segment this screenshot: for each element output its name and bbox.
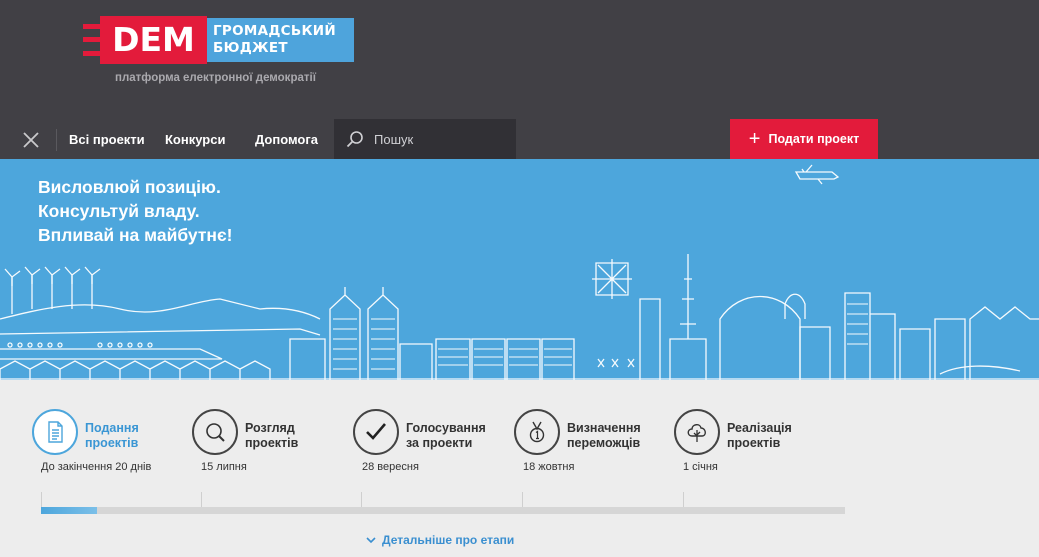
- submit-project-label: Подати проект: [768, 132, 860, 146]
- logo-dem-text: DEM: [100, 16, 207, 64]
- magnifier-icon: [206, 423, 225, 442]
- stage-icon-circle: [32, 409, 78, 455]
- search-box: [334, 119, 516, 159]
- details-label: Детальніше про етапи: [382, 533, 515, 547]
- stage-title: Визначення переможців: [567, 421, 677, 451]
- search-input[interactable]: [374, 129, 509, 149]
- stage-title: Реалізація проектів: [727, 421, 837, 451]
- stage-title: Розгляд проектів: [245, 421, 355, 451]
- chevron-down-icon: [366, 537, 376, 544]
- stage-title-line2: проектів: [85, 436, 139, 450]
- tree-icon: [687, 424, 706, 442]
- nav-contests[interactable]: Конкурси: [165, 132, 225, 147]
- nav-all-projects[interactable]: Всі проекти: [69, 132, 145, 147]
- stage-title-line2: за проекти: [406, 436, 473, 450]
- stage-date: 18 жовтня: [523, 461, 575, 473]
- stage-title-line1: Визначення: [567, 421, 641, 435]
- checkmark-icon: [366, 423, 386, 440]
- nav-help[interactable]: Допомога: [255, 132, 318, 147]
- stage-title-line1: Розгляд: [245, 421, 295, 435]
- stage-title-line1: Реалізація: [727, 421, 792, 435]
- logo-subtitle: платформа електронної демократії: [115, 72, 316, 84]
- stages-section: Подання проектів До закінчення 20 днів Р…: [0, 380, 1039, 557]
- logo-dem-mark: DEM: [83, 16, 207, 64]
- plus-icon: +: [748, 128, 761, 150]
- stage-submission[interactable]: Подання проектів До закінчення 20 днів: [32, 409, 192, 479]
- stages-progress-bar: [41, 507, 845, 514]
- logo-budget-line2: БЮДЖЕТ: [213, 40, 288, 56]
- hero-tagline: Висловлюй позицію. Консультуй владу. Впл…: [38, 175, 233, 247]
- stage-winners[interactable]: Визначення переможців 18 жовтня: [514, 409, 674, 479]
- hero-line-2: Консультуй владу.: [38, 201, 200, 221]
- stage-title-line2: проектів: [245, 436, 299, 450]
- stage-voting[interactable]: Голосування за проекти 28 вересня: [353, 409, 513, 479]
- logo-budget-line1: ГРОМАДСЬКИЙ: [213, 23, 337, 39]
- progress-fill: [41, 507, 98, 514]
- medal-icon: [529, 421, 545, 443]
- stage-icon-circle: [192, 409, 238, 455]
- stage-title-line2: переможців: [567, 436, 641, 450]
- stage-date: 1 січня: [683, 461, 718, 473]
- stage-icon-circle: [674, 409, 720, 455]
- stage-icon-circle: [514, 409, 560, 455]
- submit-project-button[interactable]: + Подати проект: [730, 119, 878, 159]
- stage-review[interactable]: Розгляд проектів 15 липня: [192, 409, 352, 479]
- search-icon[interactable]: [346, 130, 364, 148]
- details-link[interactable]: Детальніше про етапи: [366, 533, 514, 547]
- stage-date: 28 вересня: [362, 461, 419, 473]
- logo-budget-box: ГРОМАДСЬКИЙ БЮДЖЕТ: [207, 18, 354, 62]
- close-icon[interactable]: [22, 131, 40, 149]
- document-icon: [48, 421, 63, 443]
- stage-title-line2: проектів: [727, 436, 781, 450]
- nav-divider: [56, 129, 57, 151]
- hero-line-1: Висловлюй позицію.: [38, 177, 221, 197]
- stage-title: Подання проектів: [85, 421, 195, 451]
- main-nav: Всі проекти Конкурси Допомога + Подати п…: [0, 119, 1039, 159]
- site-header: DEM ГРОМАДСЬКИЙ БЮДЖЕТ платформа електро…: [0, 0, 1039, 159]
- stage-title-line1: Подання: [85, 421, 139, 435]
- stage-title-line1: Голосування: [406, 421, 486, 435]
- stage-date: До закінчення 20 днів: [41, 461, 152, 473]
- hero-line-3: Впливай на майбутнє!: [38, 225, 233, 245]
- stage-title: Голосування за проекти: [406, 421, 516, 451]
- stage-icon-circle: [353, 409, 399, 455]
- stage-date: 15 липня: [201, 461, 247, 473]
- hero-banner: Висловлюй позицію. Консультуй владу. Впл…: [0, 159, 1039, 380]
- stage-implementation[interactable]: Реалізація проектів 1 січня: [674, 409, 834, 479]
